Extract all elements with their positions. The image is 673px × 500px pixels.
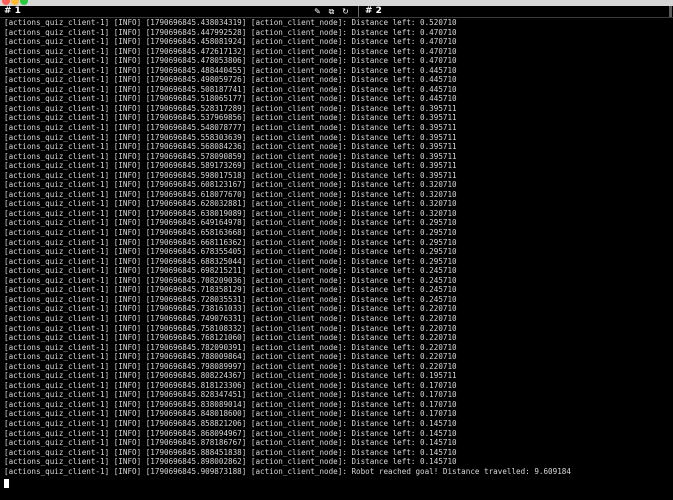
text-cursor [4,479,9,489]
log-line: [actions_quiz_client-1] [INFO] [17906968… [4,218,457,228]
log-line: [actions_quiz_client-1] [INFO] [17906968… [4,161,457,171]
log-line: [actions_quiz_client-1] [INFO] [17906968… [4,447,457,457]
log-line: [actions_quiz_client-1] [INFO] [17906968… [4,438,457,448]
log-line: [actions_quiz_client-1] [INFO] [17906968… [4,266,457,276]
log-line: [actions_quiz_client-1] [INFO] [17906968… [4,275,457,285]
log-line: [actions_quiz_client-1] [INFO] [17906968… [4,304,457,314]
minimize-window-button[interactable] [11,0,19,5]
log-line: [actions_quiz_client-1] [INFO] [17906968… [4,418,457,428]
log-line: [actions_quiz_client-1] [INFO] [17906968… [4,237,457,247]
log-line: [actions_quiz_client-1] [INFO] [17906968… [4,428,457,438]
log-line: [actions_quiz_client-1] [INFO] [17906968… [4,170,457,180]
log-line: [actions_quiz_client-1] [INFO] [17906968… [4,18,457,27]
log-line: [actions_quiz_client-1] [INFO] [17906968… [4,323,457,333]
pane-tab-bar: # 1 ✎ ⧉ ↻ # 2 [0,6,673,18]
log-line: [actions_quiz_client-1] [INFO] [17906968… [4,113,457,123]
maximize-window-button[interactable] [20,0,28,5]
log-line: [actions_quiz_client-1] [INFO] [17906968… [4,37,457,47]
terminal-window: # 1 ✎ ⧉ ↻ # 2 [actions_quiz_client-1] [I… [0,0,673,500]
pane-toolbar: ✎ ⧉ ↻ [313,6,350,17]
log-line: [actions_quiz_client-1] [INFO] [17906968… [4,361,457,371]
log-line: [actions_quiz_client-1] [INFO] [17906968… [4,199,457,209]
log-line: [actions_quiz_client-1] [INFO] [17906968… [4,65,457,75]
pane-1-label[interactable]: # 1 [4,6,21,17]
prompt-line[interactable] [4,479,669,489]
log-line: [actions_quiz_client-1] [INFO] [17906968… [4,342,457,352]
log-line: [actions_quiz_client-1] [INFO] [17906968… [4,75,457,85]
log-line: [actions_quiz_client-1] [INFO] [17906968… [4,84,457,94]
pane-divider[interactable] [358,6,359,17]
log-line: [actions_quiz_client-1] [INFO] [17906968… [4,142,457,152]
log-line: [actions_quiz_client-1] [INFO] [17906968… [4,46,457,56]
log-line: [actions_quiz_client-1] [INFO] [17906968… [4,352,457,362]
external-window-icon[interactable]: ⧉ [327,7,336,16]
log-line: [actions_quiz_client-1] [INFO] [17906968… [4,189,457,199]
terminal-output[interactable]: [actions_quiz_client-1] [INFO] [17906968… [4,18,669,489]
log-line: [actions_quiz_client-1] [INFO] [17906968… [4,208,457,218]
log-line: [actions_quiz_client-1] [INFO] [17906968… [4,294,457,304]
log-line: [actions_quiz_client-1] [INFO] [17906968… [4,466,571,476]
close-window-button[interactable] [2,0,10,5]
log-line: [actions_quiz_client-1] [INFO] [17906968… [4,457,457,467]
log-line: [actions_quiz_client-1] [INFO] [17906968… [4,390,457,400]
log-line: [actions_quiz_client-1] [INFO] [17906968… [4,94,457,104]
scrollbar[interactable] [669,6,672,17]
log-line: [actions_quiz_client-1] [INFO] [17906968… [4,27,457,37]
log-line: [actions_quiz_client-1] [INFO] [17906968… [4,56,457,66]
refresh-icon[interactable]: ↻ [341,7,350,16]
pane-2-label[interactable]: # 2 [365,6,382,17]
log-line: [actions_quiz_client-1] [INFO] [17906968… [4,123,457,133]
pencil-icon[interactable]: ✎ [313,7,322,16]
log-line: [actions_quiz_client-1] [INFO] [17906968… [4,313,457,323]
log-line: [actions_quiz_client-1] [INFO] [17906968… [4,285,457,295]
log-line: [actions_quiz_client-1] [INFO] [17906968… [4,151,457,161]
log-line: [actions_quiz_client-1] [INFO] [17906968… [4,399,457,409]
log-line: [actions_quiz_client-1] [INFO] [17906968… [4,333,457,343]
log-line: [actions_quiz_client-1] [INFO] [17906968… [4,228,457,238]
log-line: [actions_quiz_client-1] [INFO] [17906968… [4,103,457,113]
log-line: [actions_quiz_client-1] [INFO] [17906968… [4,180,457,190]
log-line: [actions_quiz_client-1] [INFO] [17906968… [4,256,457,266]
log-line: [actions_quiz_client-1] [INFO] [17906968… [4,371,457,381]
log-line: [actions_quiz_client-1] [INFO] [17906968… [4,380,457,390]
log-line: [actions_quiz_client-1] [INFO] [17906968… [4,247,457,257]
log-line: [actions_quiz_client-1] [INFO] [17906968… [4,409,457,419]
log-line: [actions_quiz_client-1] [INFO] [17906968… [4,132,457,142]
